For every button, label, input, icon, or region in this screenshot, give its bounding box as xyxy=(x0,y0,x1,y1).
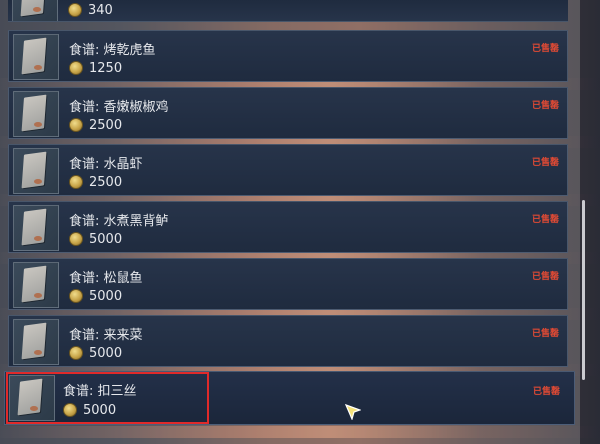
list-item[interactable]: 食谱: 香嫩椒椒鸡 2500 已售罄 xyxy=(8,87,568,139)
item-price: 5000 xyxy=(69,288,122,304)
item-price: 2500 xyxy=(69,174,122,190)
price-amount: 5000 xyxy=(89,345,123,361)
gold-coin-icon xyxy=(69,175,83,189)
price-amount: 2500 xyxy=(89,117,123,133)
gold-coin-icon xyxy=(69,232,83,246)
sold-out-badge: 已售罄 xyxy=(532,387,560,397)
cursor-arrow-icon xyxy=(345,404,361,420)
item-price: 5000 xyxy=(69,345,122,361)
gold-coin-icon xyxy=(68,3,82,17)
gold-coin-icon xyxy=(69,346,83,360)
item-title: 食谱: 松鼠鱼 xyxy=(69,271,143,286)
sold-out-badge: 已售罄 xyxy=(531,158,559,168)
item-title: 食谱: 水煮黑背鲈 xyxy=(69,214,169,229)
price-amount: 5000 xyxy=(89,288,123,304)
recipe-scroll-icon xyxy=(13,148,59,194)
sold-out-badge: 已售罄 xyxy=(531,215,559,225)
list-item[interactable]: 食谱: 烤乾虎鱼 1250 已售罄 xyxy=(8,30,568,82)
price-amount: 5000 xyxy=(89,231,123,247)
item-title: 食谱: 水晶虾 xyxy=(69,157,143,172)
price-amount: 340 xyxy=(88,2,113,18)
price-amount: 1250 xyxy=(89,60,123,76)
gold-coin-icon xyxy=(69,61,83,75)
item-price: 1250 xyxy=(69,60,122,76)
item-title: 食谱: 来来菜 xyxy=(69,328,143,343)
list-item[interactable]: 食谱: 来来菜 5000 已售罄 xyxy=(8,315,568,367)
list-item[interactable]: 食谱: 水煮黑背鲈 5000 已售罄 xyxy=(8,201,568,253)
recipe-scroll-icon xyxy=(13,91,59,137)
item-price: 340 xyxy=(68,2,113,18)
sold-out-badge: 已售罄 xyxy=(531,44,559,54)
gold-coin-icon xyxy=(69,289,83,303)
item-price: 5000 xyxy=(69,231,122,247)
sold-out-badge: 已售罄 xyxy=(531,272,559,282)
recipe-scroll-icon xyxy=(13,205,59,251)
list-item[interactable]: 340 xyxy=(8,0,568,22)
highlight-box xyxy=(6,372,209,424)
recipe-scroll-icon xyxy=(13,262,59,308)
sold-out-badge: 已售罄 xyxy=(531,101,559,111)
price-amount: 2500 xyxy=(89,174,123,190)
recipe-scroll-icon xyxy=(13,34,59,80)
recipe-scroll-icon xyxy=(12,0,58,21)
list-item[interactable]: 食谱: 松鼠鱼 5000 已售罄 xyxy=(8,258,568,310)
recipe-scroll-icon xyxy=(13,319,59,365)
gold-coin-icon xyxy=(69,118,83,132)
item-title: 食谱: 香嫩椒椒鸡 xyxy=(69,100,169,115)
scrollbar-thumb[interactable] xyxy=(582,200,585,380)
sold-out-badge: 已售罄 xyxy=(531,329,559,339)
list-item[interactable]: 食谱: 水晶虾 2500 已售罄 xyxy=(8,144,568,196)
item-title: 食谱: 烤乾虎鱼 xyxy=(69,43,156,58)
item-price: 2500 xyxy=(69,117,122,133)
